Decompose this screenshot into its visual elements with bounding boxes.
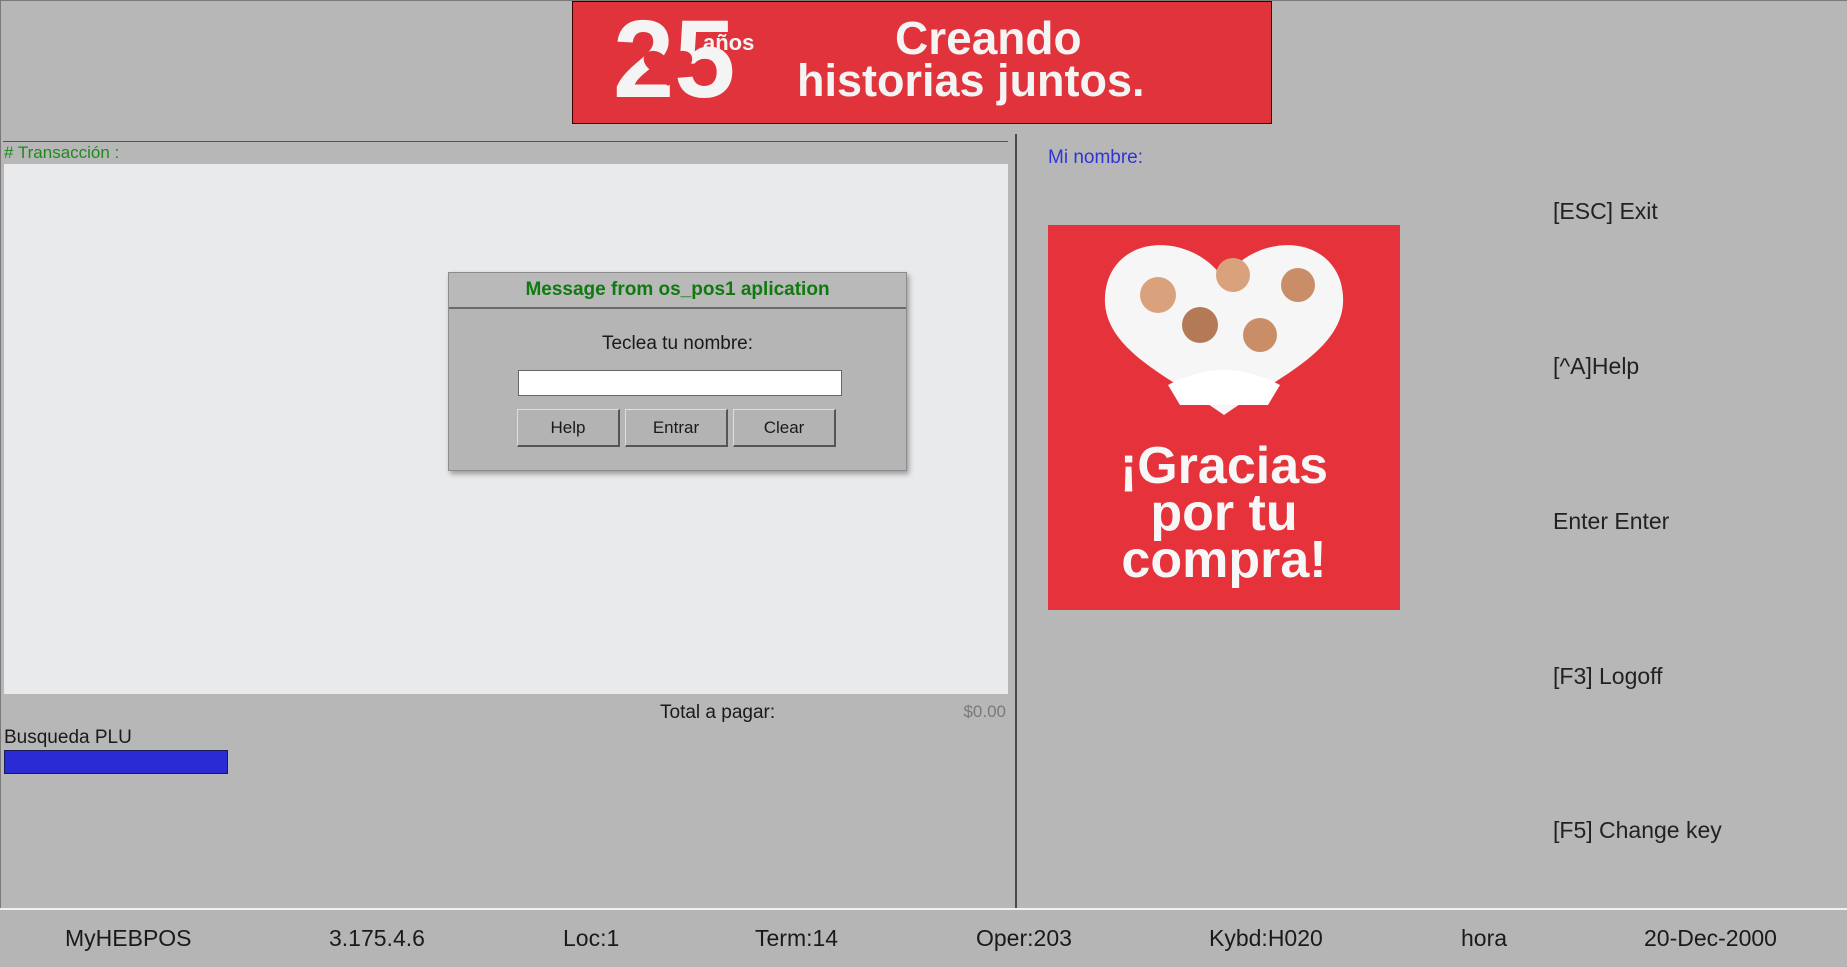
header-banner: 25 años Creando historias juntos. — [572, 1, 1272, 124]
fkey-esc-exit[interactable]: [ESC] Exit — [1553, 198, 1658, 225]
person-icon — [1140, 277, 1176, 313]
status-operator: Oper:203 — [976, 925, 1072, 951]
person-icon — [1182, 307, 1218, 343]
name-prompt-dialog: Message from os_pos1 aplication Teclea t… — [448, 272, 907, 471]
fkey-help[interactable]: [^A]Help — [1553, 353, 1639, 380]
fkey-f3-logoff[interactable]: [F3] Logoff — [1553, 663, 1663, 690]
status-keyboard: Kybd:H020 — [1209, 925, 1323, 951]
total-label: Total a pagar: — [660, 702, 776, 723]
plu-search-field[interactable] — [4, 750, 228, 774]
name-input[interactable] — [518, 370, 842, 396]
cashier-name-label: Mi nombre: — [1048, 147, 1144, 168]
transaction-divider — [3, 141, 1008, 142]
promo-line-3: compra! — [1121, 531, 1326, 589]
person-icon — [1243, 318, 1277, 352]
banner-years-word: años — [703, 30, 754, 55]
person-icon — [1281, 268, 1315, 302]
status-version: 3.175.4.6 — [329, 925, 425, 951]
help-button[interactable]: Help — [517, 409, 620, 447]
status-terminal: Term:14 — [755, 925, 839, 951]
fkey-enter[interactable]: Enter Enter — [1553, 508, 1669, 535]
enter-button[interactable]: Entrar — [625, 409, 728, 447]
total-value: $0.00 — [963, 702, 1006, 721]
status-date: 20-Dec-2000 — [1644, 925, 1777, 951]
thank-you-promo-image: ¡Gracias por tu compra! — [1048, 225, 1400, 610]
status-app-name: MyHEBPOS — [65, 925, 192, 951]
dialog-title: Message from os_pos1 aplication — [449, 273, 906, 309]
window-left-border — [0, 0, 1, 910]
transaction-label: # Transacción : — [4, 143, 120, 162]
clear-button[interactable]: Clear — [733, 409, 836, 447]
fkey-f5-change-key[interactable]: [F5] Change key — [1553, 817, 1722, 844]
status-time: hora — [1461, 925, 1508, 951]
status-location: Loc:1 — [563, 925, 620, 951]
dialog-prompt: Teclea tu nombre: — [601, 333, 754, 354]
banner-line-2: historias juntos. — [797, 55, 1145, 106]
plu-search-label: Busqueda PLU — [4, 727, 132, 748]
status-bar — [0, 910, 1847, 967]
panel-divider — [1015, 134, 1017, 909]
person-icon — [1216, 258, 1250, 292]
